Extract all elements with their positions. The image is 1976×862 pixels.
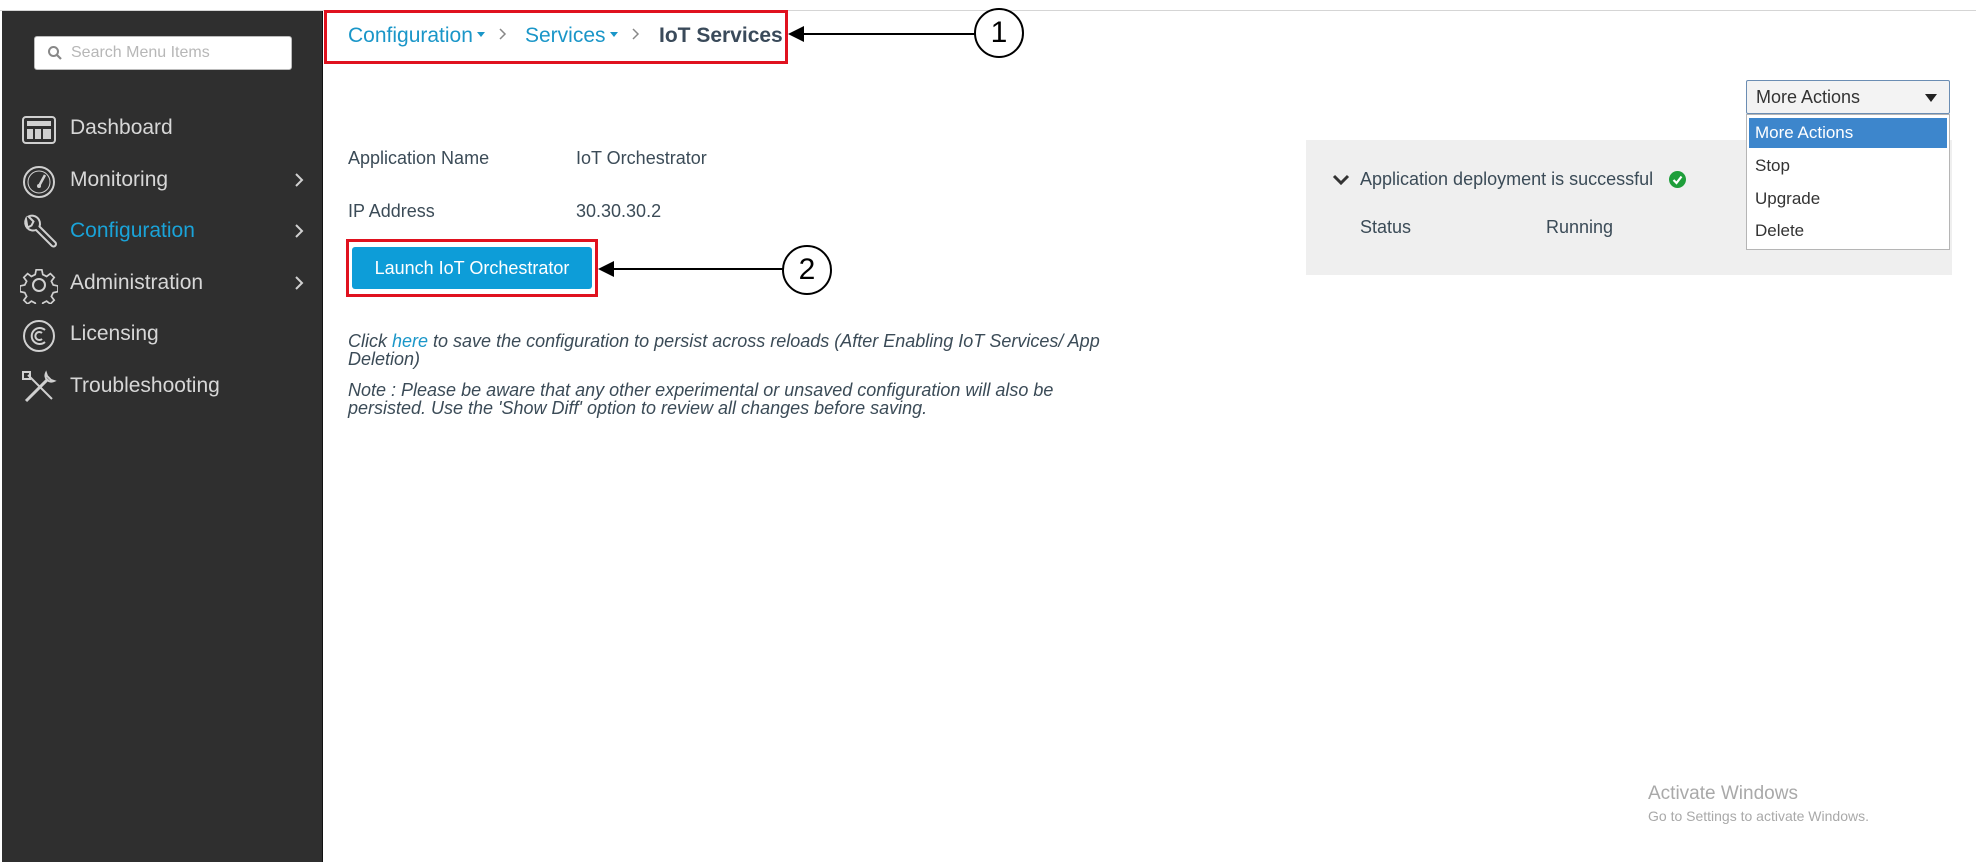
sidebar-item-monitoring[interactable]: Monitoring	[2, 153, 322, 209]
ip-address-value: 30.30.30.2	[576, 201, 662, 221]
chevron-right-icon	[295, 173, 304, 187]
option-stop[interactable]: Stop	[1749, 151, 1947, 181]
gauge-icon	[23, 166, 55, 198]
unsaved-config-warning: Note : Please be aware that any other ex…	[348, 380, 1054, 418]
sidebar-item-label: Monitoring	[70, 168, 169, 191]
licensing-icon	[23, 320, 55, 352]
deployment-status-title: Application deployment is successful	[1360, 169, 1654, 189]
gear-icon	[20, 268, 58, 304]
save-config-note: Click here to save the configuration to …	[348, 331, 1100, 369]
sidebar-item-label: Administration	[70, 271, 204, 294]
breadcrumb-item-services[interactable]: Services	[525, 24, 618, 48]
caret-down-icon	[476, 31, 485, 37]
annotation-marker-1: 1	[974, 8, 1024, 58]
sidebar-item-troubleshooting[interactable]: Troubleshooting	[2, 359, 322, 415]
search-input[interactable]	[69, 41, 283, 65]
tools-icon	[22, 370, 57, 403]
wrench-icon	[24, 214, 57, 248]
sidebar-item-label: Troubleshooting	[70, 374, 220, 397]
option-upgrade[interactable]: Upgrade	[1749, 184, 1947, 214]
chevron-right-icon	[295, 224, 304, 238]
ip-address-label: IP Address	[348, 201, 435, 221]
activate-windows-title: Activate Windows	[1648, 783, 1798, 804]
chevron-down-icon[interactable]	[1332, 173, 1350, 187]
sidebar-item-dashboard[interactable]: Dashboard	[2, 101, 322, 157]
breadcrumb-item-configuration[interactable]: Configuration	[348, 24, 485, 48]
sidebar-item-licensing[interactable]: Licensing	[2, 307, 322, 363]
annotation-arrow-2	[598, 261, 784, 277]
search-box[interactable]	[34, 36, 292, 70]
save-here-link[interactable]: here	[392, 331, 428, 351]
sidebar-item-administration[interactable]: Administration	[2, 256, 322, 312]
caret-down-icon	[1925, 94, 1937, 102]
status-value: Running	[1546, 217, 1614, 237]
activate-windows-subtitle: Go to Settings to activate Windows.	[1648, 808, 1869, 824]
more-actions-select[interactable]: More Actions	[1746, 80, 1950, 114]
sidebar-item-label: Dashboard	[70, 116, 173, 139]
launch-iot-orchestrator-button[interactable]: Launch IoT Orchestrator	[352, 247, 592, 289]
search-icon	[48, 46, 62, 60]
option-more-actions[interactable]: More Actions	[1749, 118, 1947, 148]
chevron-right-icon	[632, 28, 640, 40]
caret-down-icon	[609, 31, 618, 37]
status-label: Status	[1360, 217, 1412, 237]
app-name-label: Application Name	[348, 148, 490, 168]
sidebar-item-label: Configuration	[70, 219, 195, 242]
annotation-arrow-1	[788, 26, 976, 42]
annotation-marker-2: 2	[782, 245, 832, 295]
chevron-right-icon	[295, 276, 304, 290]
sidebar: Dashboard Monitoring Configuration Admin…	[2, 11, 323, 862]
dashboard-icon	[22, 116, 56, 144]
app-name-value: IoT Orchestrator	[576, 148, 707, 168]
more-actions-dropdown: More Actions Stop Upgrade Delete	[1746, 114, 1950, 250]
breadcrumb-current: IoT Services	[659, 24, 783, 47]
more-actions-selected: More Actions	[1756, 87, 1861, 107]
success-check-icon	[1669, 171, 1686, 188]
chevron-right-icon	[499, 28, 507, 40]
sidebar-item-configuration[interactable]: Configuration	[2, 204, 322, 260]
sidebar-item-label: Licensing	[70, 322, 159, 345]
option-delete[interactable]: Delete	[1749, 216, 1947, 246]
